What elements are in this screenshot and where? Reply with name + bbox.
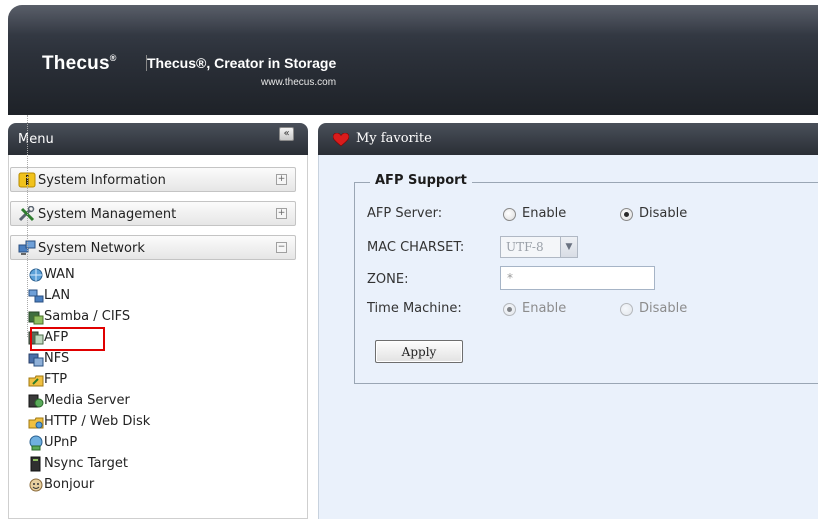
http-icon [28, 417, 44, 429]
media-server-icon [28, 394, 44, 408]
thecus-logo: Thecus® [42, 53, 117, 75]
menu-category-system-management[interactable]: System Management + [10, 201, 296, 226]
afp-server-disable-radio[interactable] [620, 208, 633, 221]
app-header: Thecus® Thecus®, Creator in Storage www.… [8, 5, 818, 115]
time-machine-enable-label[interactable]: Enable [522, 301, 566, 316]
collapse-menu-button[interactable]: « [279, 127, 294, 141]
menu-item-label: Media Server [44, 393, 130, 408]
menu-item-label: NFS [44, 351, 70, 366]
ftp-icon [28, 375, 44, 387]
time-machine-enable-radio[interactable] [503, 303, 516, 316]
logo-tagline: Thecus®, Creator in Storage [146, 55, 337, 71]
time-machine-disable-label[interactable]: Disable [639, 301, 687, 316]
mac-charset-select[interactable]: UTF-8 ▼ [500, 236, 578, 258]
menu-item-label: LAN [44, 288, 71, 303]
menu-category-label: System Network [38, 241, 145, 256]
bonjour-icon [29, 478, 43, 492]
favorite-title: My favorite [356, 131, 432, 146]
collapse-icon[interactable]: − [276, 242, 287, 253]
menu-category-system-information[interactable]: System Information + [10, 167, 296, 192]
afp-server-enable-label[interactable]: Enable [522, 206, 566, 221]
favorite-header: My favorite [318, 123, 818, 155]
samba-icon [28, 311, 44, 325]
apply-button[interactable]: Apply [375, 340, 463, 363]
wan-icon [29, 268, 43, 282]
menu-category-label: System Information [38, 173, 166, 188]
menu-item-label: Bonjour [44, 477, 95, 492]
afp-server-enable-radio[interactable] [503, 208, 516, 221]
zone-input[interactable] [500, 266, 655, 290]
selection-highlight [30, 327, 105, 351]
upnp-icon [29, 435, 43, 451]
nfs-icon [28, 353, 44, 367]
mac-charset-value: UTF-8 [506, 240, 544, 254]
heart-icon[interactable] [333, 133, 349, 147]
zone-label: ZONE: [367, 272, 409, 287]
menu-title: Menu [18, 132, 54, 147]
expand-icon[interactable]: + [276, 208, 287, 219]
menu-category-label: System Management [38, 207, 177, 222]
afp-server-label: AFP Server: [367, 206, 443, 221]
menu-item-label: UPnP [44, 435, 78, 450]
nsync-icon [30, 456, 41, 472]
afp-server-disable-label[interactable]: Disable [639, 206, 687, 221]
time-machine-disable-radio[interactable] [620, 303, 633, 316]
logo-registered-mark: ® [109, 53, 117, 63]
menu-item-label: WAN [44, 267, 75, 282]
chevron-down-icon[interactable]: ▼ [560, 237, 577, 257]
expand-icon[interactable]: + [276, 174, 287, 185]
logo-text: Thecus [42, 53, 110, 74]
menu-header: Menu « [8, 123, 308, 155]
afp-support-legend: AFP Support [370, 173, 472, 188]
mac-charset-label: MAC CHARSET: [367, 240, 465, 255]
menu-item-label: Samba / CIFS [44, 309, 131, 324]
menu-item-label: HTTP / Web Disk [44, 414, 151, 429]
menu-item-label: FTP [44, 372, 68, 387]
lan-icon [28, 289, 44, 303]
logo-url: www.thecus.com [261, 77, 337, 88]
menu-category-system-network[interactable]: System Network − [10, 235, 296, 260]
menu-item-label: Nsync Target [44, 456, 128, 471]
time-machine-label: Time Machine: [367, 301, 462, 316]
